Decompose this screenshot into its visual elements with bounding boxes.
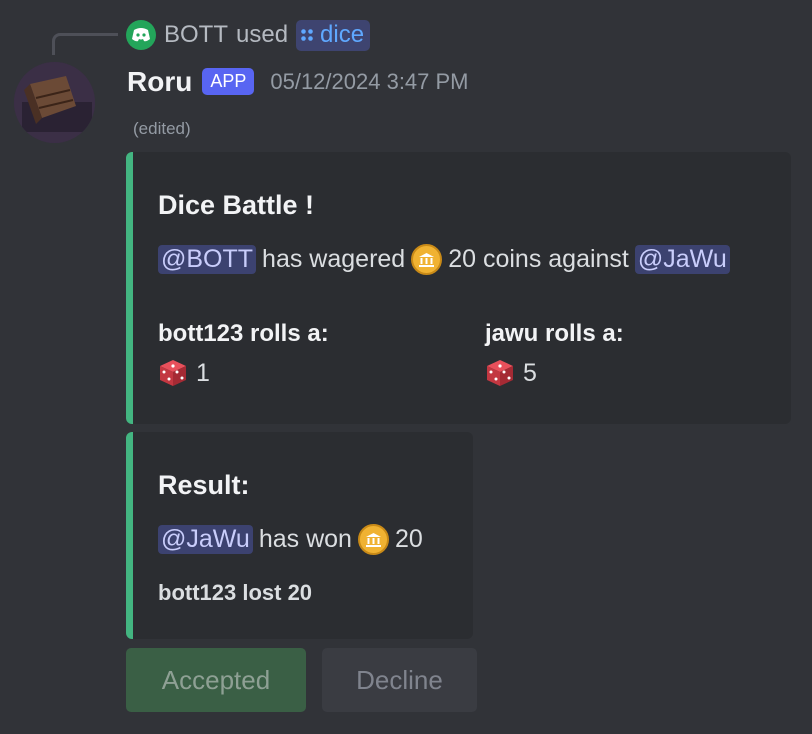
result-title: Result: (158, 470, 250, 500)
coin-icon (357, 524, 389, 555)
wager-text: has wagered (262, 245, 406, 273)
red-die-icon (160, 360, 186, 386)
embed-title: Dice Battle ! (158, 190, 315, 220)
field-value-jawu: 5 (485, 358, 537, 388)
edited-label: (edited) (133, 119, 191, 138)
won-text: has won (258, 525, 352, 553)
accepted-button[interactable]: Accepted (126, 648, 306, 712)
result-embed: Result: @JaWu has won 20 bott123 lost 20 (126, 432, 473, 639)
wager-amount-text: 20 coins against (448, 245, 629, 273)
avatar[interactable] (14, 62, 95, 143)
roll-value-bott123: 1 (196, 358, 210, 387)
result-footer: bott123 lost 20 (158, 580, 313, 605)
message-header: Roru APP 05/12/2024 3:47 PM (127, 64, 469, 100)
field-value-bott123: 1 (158, 358, 210, 388)
username[interactable]: Roru (127, 66, 192, 98)
reply-connector-line (52, 33, 118, 55)
timestamp[interactable]: 05/12/2024 3:47 PM (270, 69, 468, 95)
field-name-jawu: jawu rolls a: (485, 320, 624, 347)
coin-icon (411, 244, 443, 275)
command-name: dice (320, 20, 365, 48)
app-badge: APP (202, 67, 255, 95)
slash-command-icon (301, 28, 313, 41)
won-amount: 20 (394, 525, 423, 553)
decline-button[interactable]: Decline (322, 648, 477, 712)
dice-battle-embed: Dice Battle ! @BOTT has wagered 20 coins… (126, 152, 791, 424)
result-description: @JaWu has won 20 (158, 524, 423, 555)
mention-bott[interactable]: @BOTT (158, 245, 257, 274)
reply-user[interactable]: BOTT (164, 21, 228, 49)
discord-icon (126, 20, 156, 50)
reply-action: used (236, 21, 289, 48)
mention-jawu[interactable]: @JaWu (634, 245, 730, 274)
roll-value-jawu: 5 (523, 358, 537, 387)
mention-jawu[interactable]: @JaWu (158, 525, 253, 554)
command-pill[interactable]: dice (296, 19, 371, 51)
red-die-icon (487, 360, 513, 386)
embed-description: @BOTT has wagered 20 coins against @JaWu (158, 244, 730, 275)
reply-reference[interactable]: BOTT used dice (126, 18, 371, 52)
field-name-bott123: bott123 rolls a: (158, 320, 329, 347)
